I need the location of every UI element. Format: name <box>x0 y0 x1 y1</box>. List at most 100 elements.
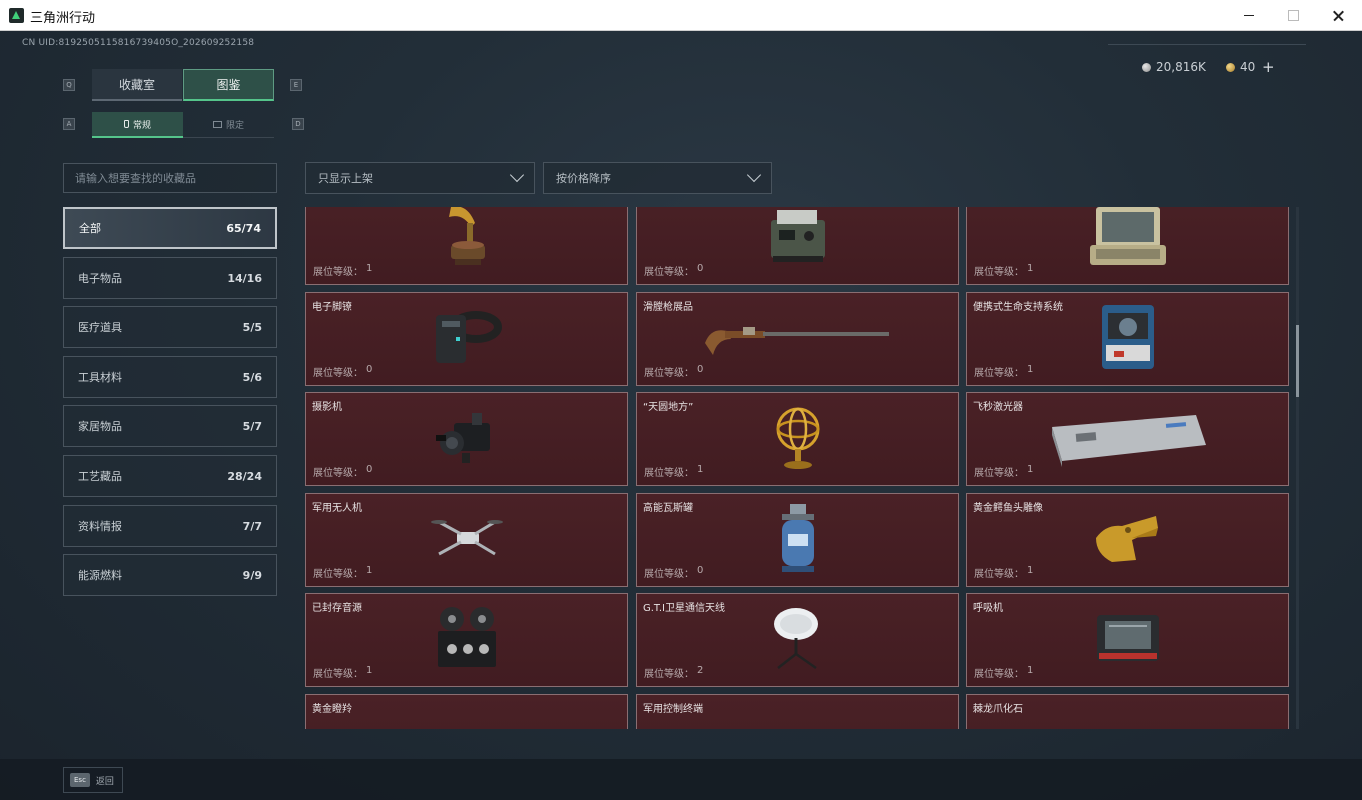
item-level: 展位等级： 1 <box>313 565 372 580</box>
level-label: 展位等级： <box>974 468 1024 479</box>
collection-card[interactable]: 电子脚镣 展位等级： 0 <box>305 292 628 386</box>
item-level: 展位等级： 1 <box>974 263 1033 278</box>
collection-card[interactable]: G.T.I卫星通信天线展位等级： 2 <box>636 593 959 687</box>
category-item[interactable]: 全部 65/74 <box>63 207 277 249</box>
collection-card[interactable]: 黄金瞪羚 <box>305 694 628 729</box>
gold-currency: 40 <box>1226 60 1255 74</box>
category-item[interactable]: 电子物品 14/16 <box>63 257 277 299</box>
category-count: 9/9 <box>242 568 262 582</box>
level-label: 展位等级： <box>313 569 363 580</box>
item-level: 展位等级： 1 <box>313 263 372 278</box>
level-label: 展位等级： <box>644 468 694 479</box>
level-value: 0 <box>366 364 373 375</box>
collection-card[interactable]: 展位等级： 0 <box>636 207 959 285</box>
grid-scrollbar[interactable] <box>1296 207 1299 729</box>
laser-device-icon <box>1046 405 1210 473</box>
collection-card[interactable]: 高能瓦斯罐 展位等级： 0 <box>636 493 959 587</box>
item-name: 已封存音源 <box>312 603 362 614</box>
back-label: 返回 <box>95 776 114 787</box>
collection-card[interactable]: 摄影机展位等级： 0 <box>305 392 628 486</box>
item-name: 飞秒激光器 <box>973 402 1023 413</box>
item-name: G.T.I卫星通信天线 <box>643 603 725 614</box>
sort-value: 按价格降序 <box>556 172 611 185</box>
key-hint-q: Q <box>63 79 75 91</box>
item-level: 展位等级： 0 <box>313 464 372 479</box>
level-label: 展位等级： <box>644 368 694 379</box>
ventilator-icon <box>1093 609 1163 671</box>
collection-card[interactable]: 军用控制终端 <box>636 694 959 729</box>
category-item[interactable]: 资料情报 7/7 <box>63 505 277 547</box>
item-name: 电子脚镣 <box>312 302 352 313</box>
military-radio-icon <box>765 207 831 270</box>
collection-card[interactable]: 军用无人机 展位等级： 1 <box>305 493 628 587</box>
item-level: 展位等级： 1 <box>974 665 1033 680</box>
collection-card[interactable]: “天圆地方” 展位等级： 1 <box>636 392 959 486</box>
item-level: 展位等级： 1 <box>974 464 1033 479</box>
level-value: 1 <box>697 464 704 475</box>
collection-card[interactable]: 展位等级： 1 <box>966 207 1289 285</box>
collection-card[interactable]: 棘龙爪化石 <box>966 694 1289 729</box>
collection-card[interactable]: 呼吸机 展位等级： 1 <box>966 593 1289 687</box>
item-level: 展位等级： 1 <box>313 665 372 680</box>
level-value: 1 <box>1027 565 1034 576</box>
collection-card[interactable]: 已封存音源展位等级： 1 <box>305 593 628 687</box>
key-hint-a: A <box>63 118 75 130</box>
search-input[interactable]: 请输入想要查找的收藏品 <box>63 163 277 193</box>
maximize-button[interactable] <box>1270 0 1316 31</box>
scrollbar-thumb[interactable] <box>1296 325 1299 397</box>
claw-fossil-icon <box>1073 728 1183 729</box>
tab-atlas[interactable]: 图鉴 <box>183 69 274 101</box>
category-count: 5/6 <box>242 370 262 384</box>
collection-grid: 展位等级： 1 展位等级： 0 展位等级： 1 电子脚镣 展位等级： 0 滑膛枪展品 展位等级： 0 便… <box>305 207 1290 729</box>
level-label: 展位等级： <box>313 669 363 680</box>
level-label: 展位等级： <box>974 669 1024 680</box>
header-divider <box>1108 44 1306 45</box>
category-item[interactable]: 工具材料 5/6 <box>63 356 277 398</box>
field-computer-icon <box>1086 207 1170 271</box>
item-level: 展位等级： 1 <box>644 464 703 479</box>
silver-amount: 20,816K <box>1156 60 1206 74</box>
category-label: 全部 <box>79 222 101 235</box>
category-label: 医疗道具 <box>78 321 122 334</box>
tab-collection-room[interactable]: 收藏室 <box>92 69 182 101</box>
level-value: 0 <box>697 565 704 576</box>
level-label: 展位等级： <box>644 669 694 680</box>
collection-card[interactable]: 黄金鳄鱼头雕像 展位等级： 1 <box>966 493 1289 587</box>
item-name: 黄金瞪羚 <box>312 704 352 715</box>
category-item[interactable]: 家居物品 5/7 <box>63 405 277 447</box>
level-value: 0 <box>697 263 704 274</box>
tab-normal[interactable]: 常规 <box>92 112 183 138</box>
back-button[interactable]: Esc 返回 <box>63 767 123 793</box>
item-name: 棘龙爪化石 <box>973 704 1023 715</box>
shelf-filter-dropdown[interactable]: 只显示上架 <box>305 162 535 194</box>
category-item[interactable]: 能源燃料 9/9 <box>63 554 277 596</box>
sort-dropdown[interactable]: 按价格降序 <box>543 162 772 194</box>
item-level: 展位等级： 2 <box>644 665 703 680</box>
close-button[interactable] <box>1316 0 1362 31</box>
item-level: 展位等级： 0 <box>644 263 703 278</box>
item-name: 摄影机 <box>312 402 342 413</box>
category-count: 65/74 <box>226 221 261 235</box>
bottom-bar: Esc 返回 <box>0 759 1362 800</box>
category-item[interactable]: 工艺藏品 28/24 <box>63 455 277 497</box>
collection-card[interactable]: 飞秒激光器展位等级： 1 <box>966 392 1289 486</box>
tab-limited[interactable]: 限定 <box>183 112 274 138</box>
collection-card[interactable]: 便携式生命支持系统 展位等级： 1 <box>966 292 1289 386</box>
category-label: 电子物品 <box>78 272 122 285</box>
window-title: 三角洲行动 <box>30 11 96 26</box>
primary-tabs: 收藏室 图鉴 <box>92 69 274 101</box>
category-count: 7/7 <box>242 519 262 533</box>
tab-normal-label: 常规 <box>132 120 151 131</box>
item-name: “天圆地方” <box>643 402 694 413</box>
golden-gazelle-icon <box>457 728 477 729</box>
bottle-icon <box>123 120 129 128</box>
add-currency-button[interactable]: + <box>1262 58 1275 76</box>
collection-card[interactable]: 滑膛枪展品 展位等级： 0 <box>636 292 959 386</box>
category-label: 资料情报 <box>78 520 122 533</box>
level-label: 展位等级： <box>313 468 363 479</box>
minimize-button[interactable] <box>1226 0 1272 31</box>
category-item[interactable]: 医疗道具 5/5 <box>63 306 277 348</box>
item-name: 滑膛枪展品 <box>643 302 693 313</box>
category-count: 5/5 <box>242 320 262 334</box>
collection-card[interactable]: 展位等级： 1 <box>305 207 628 285</box>
